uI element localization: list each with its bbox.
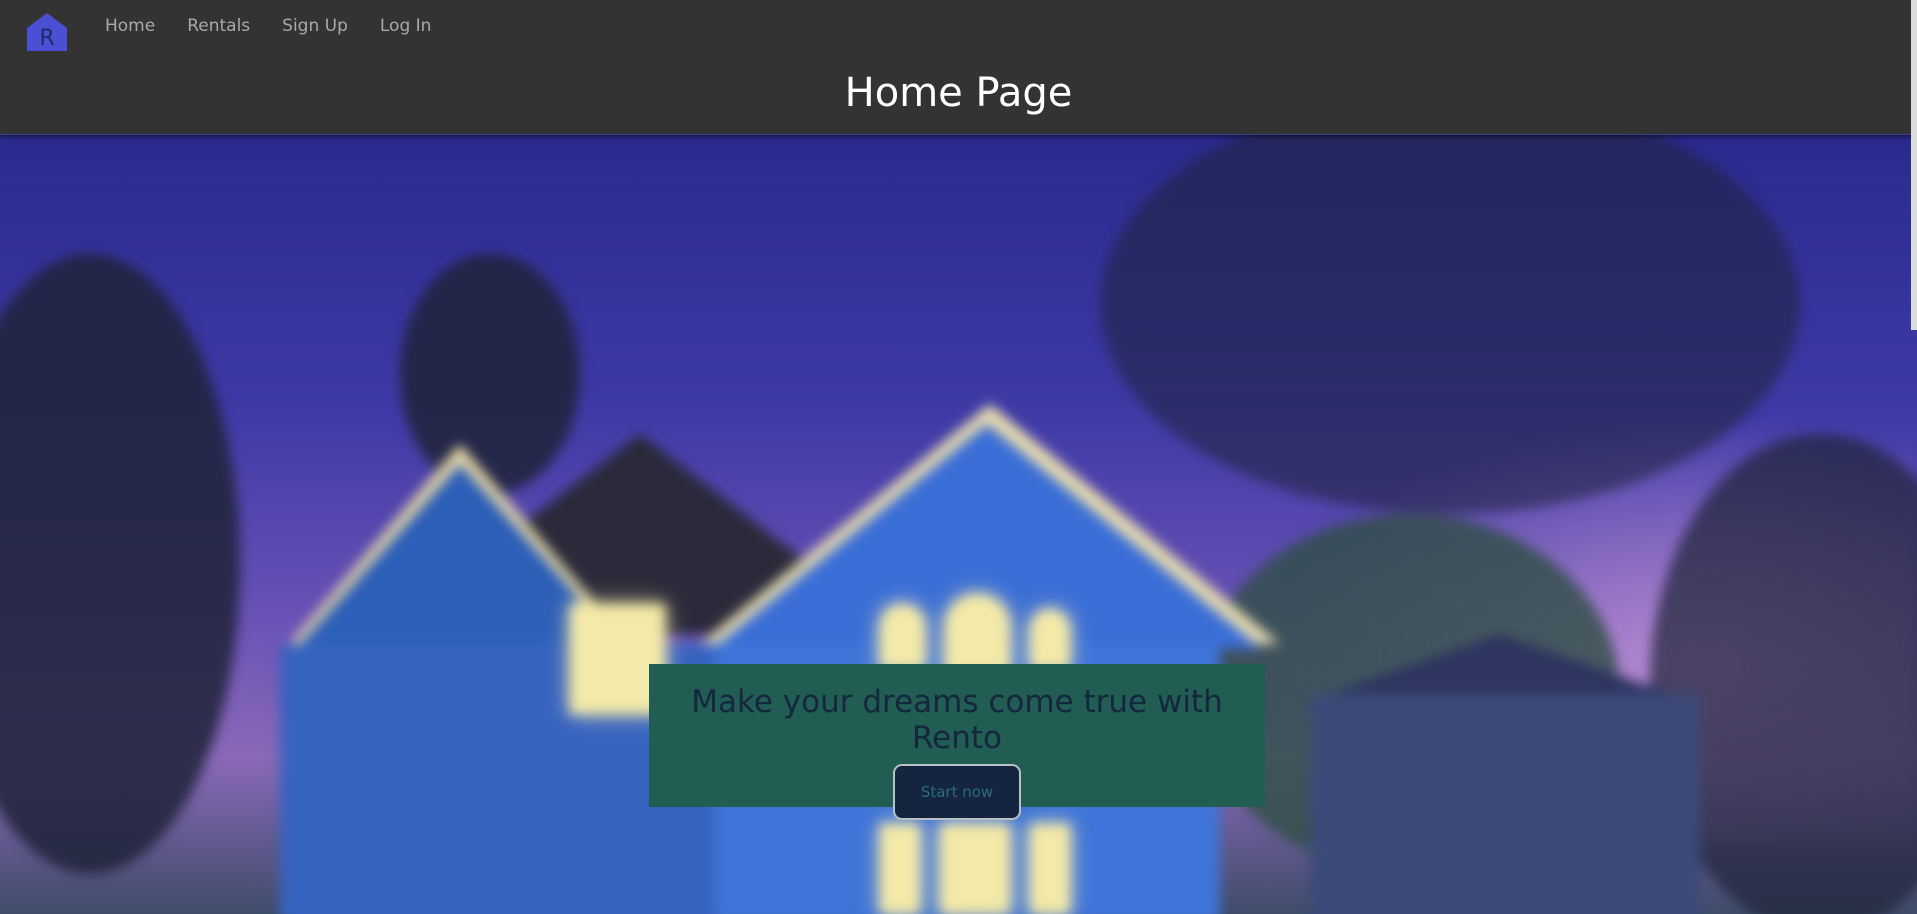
- page-scrollbar[interactable]: [1911, 0, 1917, 330]
- nav-rentals-link[interactable]: Rentals: [187, 16, 250, 36]
- house-window: [1030, 609, 1070, 669]
- house-window: [945, 594, 1010, 674]
- house-window: [880, 824, 920, 914]
- hero-call-to-action-panel: Make your dreams come true with Rento St…: [649, 664, 1265, 820]
- house-window: [1030, 824, 1070, 914]
- nav-log-in-link[interactable]: Log In: [380, 16, 432, 36]
- page-title: Home Page: [844, 70, 1073, 116]
- start-now-button[interactable]: Start now: [893, 764, 1021, 820]
- house-window: [880, 604, 925, 669]
- house-window: [940, 824, 1010, 914]
- nav-home-link[interactable]: Home: [105, 16, 155, 36]
- rento-house-logo-icon[interactable]: R: [26, 12, 68, 52]
- nav-sign-up-link[interactable]: Sign Up: [282, 16, 348, 36]
- neighbor-house: [1310, 694, 1700, 914]
- logo-letter: R: [39, 26, 55, 51]
- tree-left: [0, 254, 240, 874]
- top-navigation-bar: R Home Rentals Sign Up Log In Home Page: [0, 0, 1917, 135]
- hero-tagline: Make your dreams come true with Rento: [691, 684, 1223, 756]
- main-nav: Home Rentals Sign Up Log In: [105, 16, 463, 36]
